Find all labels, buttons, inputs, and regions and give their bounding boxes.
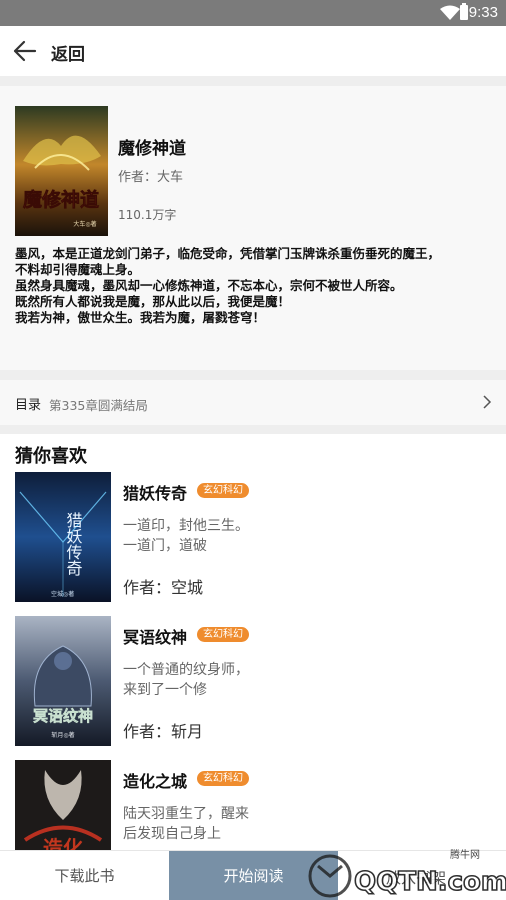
book-synopsis: 墨风，本是正道龙剑门弟子，临危受命，凭借掌门玉牌诛杀重伤垂死的魔王， 不料却引得…	[15, 246, 495, 326]
recommend-author: 作者：空城	[123, 578, 204, 597]
cover-author-text: 斩月◎著	[51, 731, 74, 739]
cover-author-text: 大车◎著	[73, 220, 96, 228]
recommend-item[interactable]: 造化 造化之城 玄幻科幻 陆天羽重生了，醒来后发现自己身上	[0, 760, 506, 850]
recommend-section: 猜你喜欢 猎妖传奇 空城◎著 猎妖传奇 玄幻科幻 一道印，封他三生。一道门，道破…	[0, 434, 506, 850]
section-divider	[0, 425, 506, 434]
recommend-cover[interactable]: 猎妖传奇 空城◎著	[15, 472, 111, 602]
recommend-desc: 陆天羽重生了，醒来后发现自己身上	[123, 806, 249, 842]
recommend-desc: 一个普通的纹身师，来到了一个修	[123, 662, 249, 698]
book-detail: 魔修神道 大车◎著 魔修神道 作者：大车 110.1万字 墨风，本是正道龙剑门弟…	[0, 86, 506, 370]
recommend-name: 造化之城	[123, 772, 188, 791]
cover-author-text: 空城◎著	[51, 590, 74, 598]
battery-icon	[460, 3, 468, 20]
latest-chapter: 第335章圆满结局	[49, 398, 148, 413]
recommend-item[interactable]: 猎妖传奇 空城◎著 猎妖传奇 玄幻科幻 一道印，封他三生。一道门，道破 作者：空…	[0, 472, 506, 607]
synopsis-line: 虽然身具魔魂，墨风却一心修炼神道，不忘本心，宗何不被世人所容。	[15, 278, 403, 293]
top-bar: 返回	[0, 26, 506, 76]
qqtn-watermark-logo: QQTN.com 腾牛网	[308, 848, 506, 898]
genre-tag: 玄幻科幻	[197, 483, 249, 498]
download-button[interactable]: 下载此书	[0, 851, 169, 900]
toc-row[interactable]: 目录 第335章圆满结局	[0, 380, 506, 425]
chevron-right-icon	[483, 395, 492, 409]
status-time: 9:33	[468, 4, 498, 21]
recommend-cover[interactable]: 造化	[15, 760, 111, 850]
synopsis-line: 墨风，本是正道龙剑门弟子，临危受命，凭借掌门玉牌诛杀重伤垂死的魔王，	[15, 246, 441, 261]
genre-tag: 玄幻科幻	[197, 627, 249, 642]
recommend-desc: 一道印，封他三生。一道门，道破	[123, 518, 249, 554]
wifi-icon	[440, 5, 460, 20]
book-title: 魔修神道	[118, 139, 186, 159]
cover-title-text: 魔修神道	[23, 188, 99, 211]
cover-title-text: 猎妖传奇	[64, 512, 83, 576]
synopsis-line: 既然所有人都说我是魔，那从此以后，我便是魔！	[15, 294, 291, 309]
recommend-cover[interactable]: 冥语纹神 斩月◎著	[15, 616, 111, 746]
recommend-title: 猜你喜欢	[15, 446, 87, 467]
book-author: 作者：大车	[118, 170, 184, 185]
synopsis-line: 我若为神，傲世众生。我若为魔，屠戮苍穹！	[15, 310, 266, 325]
back-arrow-icon[interactable]	[12, 38, 38, 64]
section-divider	[0, 370, 506, 380]
status-bar: 9:33	[0, 0, 506, 26]
cover-title-text: 造化	[43, 836, 83, 850]
back-button[interactable]: 返回	[51, 40, 85, 65]
synopsis-line: 不料却引得魔魂上身。	[15, 262, 141, 277]
toc-label: 目录	[15, 398, 42, 413]
book-word-count: 110.1万字	[118, 208, 177, 222]
cover-title-text: 冥语纹神	[33, 707, 93, 725]
watermark-sub: 腾牛网	[450, 848, 480, 861]
watermark-brand: QQTN.com	[354, 867, 506, 897]
recommend-author: 作者：斩月	[123, 722, 204, 741]
recommend-name: 猎妖传奇	[123, 484, 188, 503]
recommend-name: 冥语纹神	[123, 628, 188, 647]
section-divider	[0, 76, 506, 86]
book-cover: 魔修神道 大车◎著	[15, 106, 108, 236]
recommend-item[interactable]: 冥语纹神 斩月◎著 冥语纹神 玄幻科幻 一个普通的纹身师，来到了一个修 作者：斩…	[0, 616, 506, 751]
genre-tag: 玄幻科幻	[197, 771, 249, 786]
